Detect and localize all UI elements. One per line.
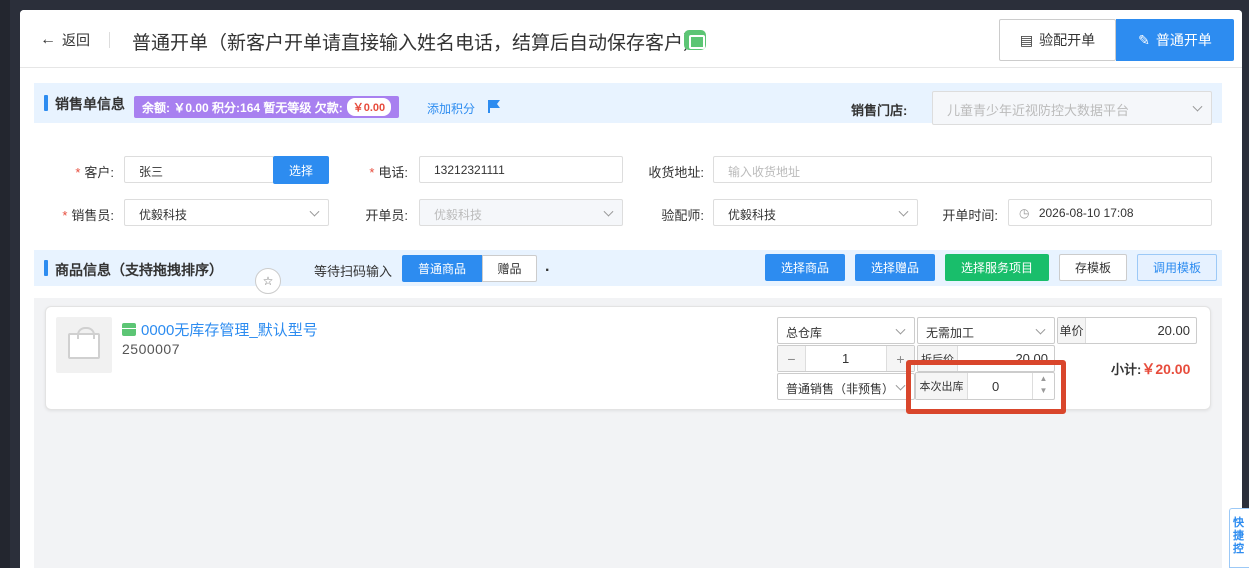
minus-button[interactable]: − <box>778 346 806 371</box>
chevron-down-icon <box>898 206 909 217</box>
opener-select: 优毅科技 <box>419 199 623 226</box>
use-template-button[interactable]: 调用模板 <box>1137 254 1217 281</box>
tab-gift[interactable]: 赠品 <box>482 255 537 282</box>
flag-icon[interactable] <box>487 99 501 113</box>
select-gift-button[interactable]: 选择赠品 <box>855 254 935 281</box>
back-button[interactable]: ← 返回 <box>40 30 90 50</box>
back-label: 返回 <box>62 32 90 48</box>
optician-select[interactable]: 优毅科技 <box>713 199 918 226</box>
phone-label: * 电话: <box>369 165 408 180</box>
optician-label: 验配师: <box>661 208 704 223</box>
scan-dot: . <box>545 258 550 275</box>
chevron-down-icon <box>309 206 320 217</box>
time-label: 开单时间: <box>942 208 998 223</box>
chevron-down-icon <box>895 380 906 391</box>
balance-badge: 余额: ￥0.00 积分:164 暂无等级 欠款: ￥0.00 <box>134 96 400 118</box>
opener-label: 开单员: <box>365 208 408 223</box>
goods-section-title: 商品信息（支持拖拽排序） <box>55 262 223 278</box>
product-code: 2500007 <box>122 341 181 357</box>
package-icon <box>122 323 136 336</box>
add-points-link[interactable]: 添加积分 <box>427 100 475 117</box>
save-template-button[interactable]: 存模板 <box>1059 254 1127 281</box>
calculator-icon: ▤ <box>1019 31 1034 48</box>
chevron-down-icon <box>1192 101 1203 112</box>
left-scroll-strip <box>0 0 10 568</box>
seller-value: 优毅科技 <box>139 208 188 222</box>
subtotal-value: ￥20.00 <box>1141 361 1191 377</box>
fitting-order-label: 验配开单 <box>1039 32 1096 48</box>
sales-info-bar: 销售单信息 余额: ￥0.00 积分:164 暂无等级 欠款: ￥0.00 添加… <box>34 83 1222 125</box>
book-icon[interactable] <box>684 30 706 50</box>
customer-label: * 客户: <box>75 165 114 180</box>
section-marker <box>44 95 48 111</box>
edit-icon: ✎ <box>1138 31 1150 48</box>
bag-icon <box>68 327 100 359</box>
optician-value: 优毅科技 <box>728 208 777 222</box>
address-input[interactable]: 输入收货地址 <box>713 156 1212 183</box>
fitting-order-button[interactable]: ▤ 验配开单 <box>999 19 1116 61</box>
tab-normal-goods[interactable]: 普通商品 <box>402 255 482 282</box>
store-label: 销售门店: <box>851 103 908 118</box>
order-page: ← 返回 普通开单（新客户开单请直接输入姓名电话，结算后自动保存客户） ▤ 验配… <box>20 10 1242 568</box>
price-field[interactable]: 单价 20.00 <box>1057 317 1197 344</box>
normal-order-button[interactable]: ✎ 普通开单 <box>1116 19 1234 61</box>
balance-text: 余额: ￥0.00 积分:164 暂无等级 欠款: <box>142 100 343 115</box>
customer-input[interactable]: 张三 <box>124 156 274 183</box>
quick-control-tab[interactable]: 快捷控 <box>1229 508 1249 568</box>
product-image <box>56 317 112 373</box>
seller-label: * 销售员: <box>62 208 114 223</box>
select-service-button[interactable]: 选择服务项目 <box>945 254 1049 281</box>
section-marker <box>44 260 48 276</box>
warehouse-select[interactable]: 总仓库 <box>777 317 915 344</box>
opener-value: 优毅科技 <box>434 208 483 222</box>
sale-type-select[interactable]: 普通销售（非预售） <box>777 373 915 400</box>
normal-order-label: 普通开单 <box>1155 32 1212 48</box>
customer-select-button[interactable]: 选择 <box>273 156 329 184</box>
outbound-label: 本次出库 <box>916 373 968 399</box>
quantity-stepper[interactable]: − 1 + <box>777 345 915 372</box>
product-name-text: 0000无库存管理_默认型号 <box>141 322 318 339</box>
time-input[interactable]: ◷ 2026-08-10 17:08 <box>1008 199 1212 226</box>
time-value: 2026-08-10 17:08 <box>1038 206 1134 220</box>
divider <box>109 32 110 48</box>
subtotal-label: 小计: <box>1111 362 1142 377</box>
phone-input[interactable]: 13212321111 <box>419 156 623 183</box>
price-label: 单价 <box>1058 318 1086 343</box>
outbound-qty-field[interactable]: 本次出库 0 ▲ ▼ <box>915 372 1055 400</box>
clock-icon: ◷ <box>1019 206 1030 220</box>
store-value: 儿童青少年近视防控大数据平台 <box>947 103 1130 118</box>
chevron-down-icon <box>603 206 614 217</box>
page-title: 普通开单（新客户开单请直接输入姓名电话，结算后自动保存客户） <box>132 33 703 54</box>
seller-select[interactable]: 优毅科技 <box>124 199 329 226</box>
process-select[interactable]: 无需加工 <box>917 317 1055 344</box>
scan-label: 等待扫码输入 <box>314 264 393 279</box>
chevron-down-icon <box>1035 324 1046 335</box>
star-icon[interactable]: ☆ <box>255 268 281 294</box>
select-goods-button[interactable]: 选择商品 <box>765 254 845 281</box>
spinner-icon[interactable]: ▲ ▼ <box>1032 373 1054 399</box>
top-bar: ← 返回 普通开单（新客户开单请直接输入姓名电话，结算后自动保存客户） ▤ 验配… <box>20 10 1242 68</box>
quantity-value: 1 <box>842 351 850 366</box>
subtotal: 小计:￥20.00 <box>1111 359 1190 379</box>
warehouse-value: 总仓库 <box>786 326 823 340</box>
address-label: 收货地址: <box>648 165 704 180</box>
process-value: 无需加工 <box>926 326 975 340</box>
goods-info-bar: 商品信息（支持拖拽排序） 等待扫码输入 普通商品 赠品 . 选择商品 选择赠品 … <box>34 250 1222 286</box>
arrow-left-icon: ← <box>40 31 56 48</box>
store-select[interactable]: 儿童青少年近视防控大数据平台 <box>932 91 1212 125</box>
quick-control-label: 快捷控 <box>1233 517 1244 555</box>
price-value: 20.00 <box>1157 323 1190 338</box>
sale-type-value: 普通销售（非预售） <box>786 382 895 396</box>
outbound-value: 0 <box>992 379 1000 394</box>
chevron-down-icon <box>895 324 906 335</box>
sales-section-title: 销售单信息 <box>55 96 125 112</box>
product-name[interactable]: 0000无库存管理_默认型号 <box>122 319 318 340</box>
debt-badge: ￥0.00 <box>346 98 392 116</box>
